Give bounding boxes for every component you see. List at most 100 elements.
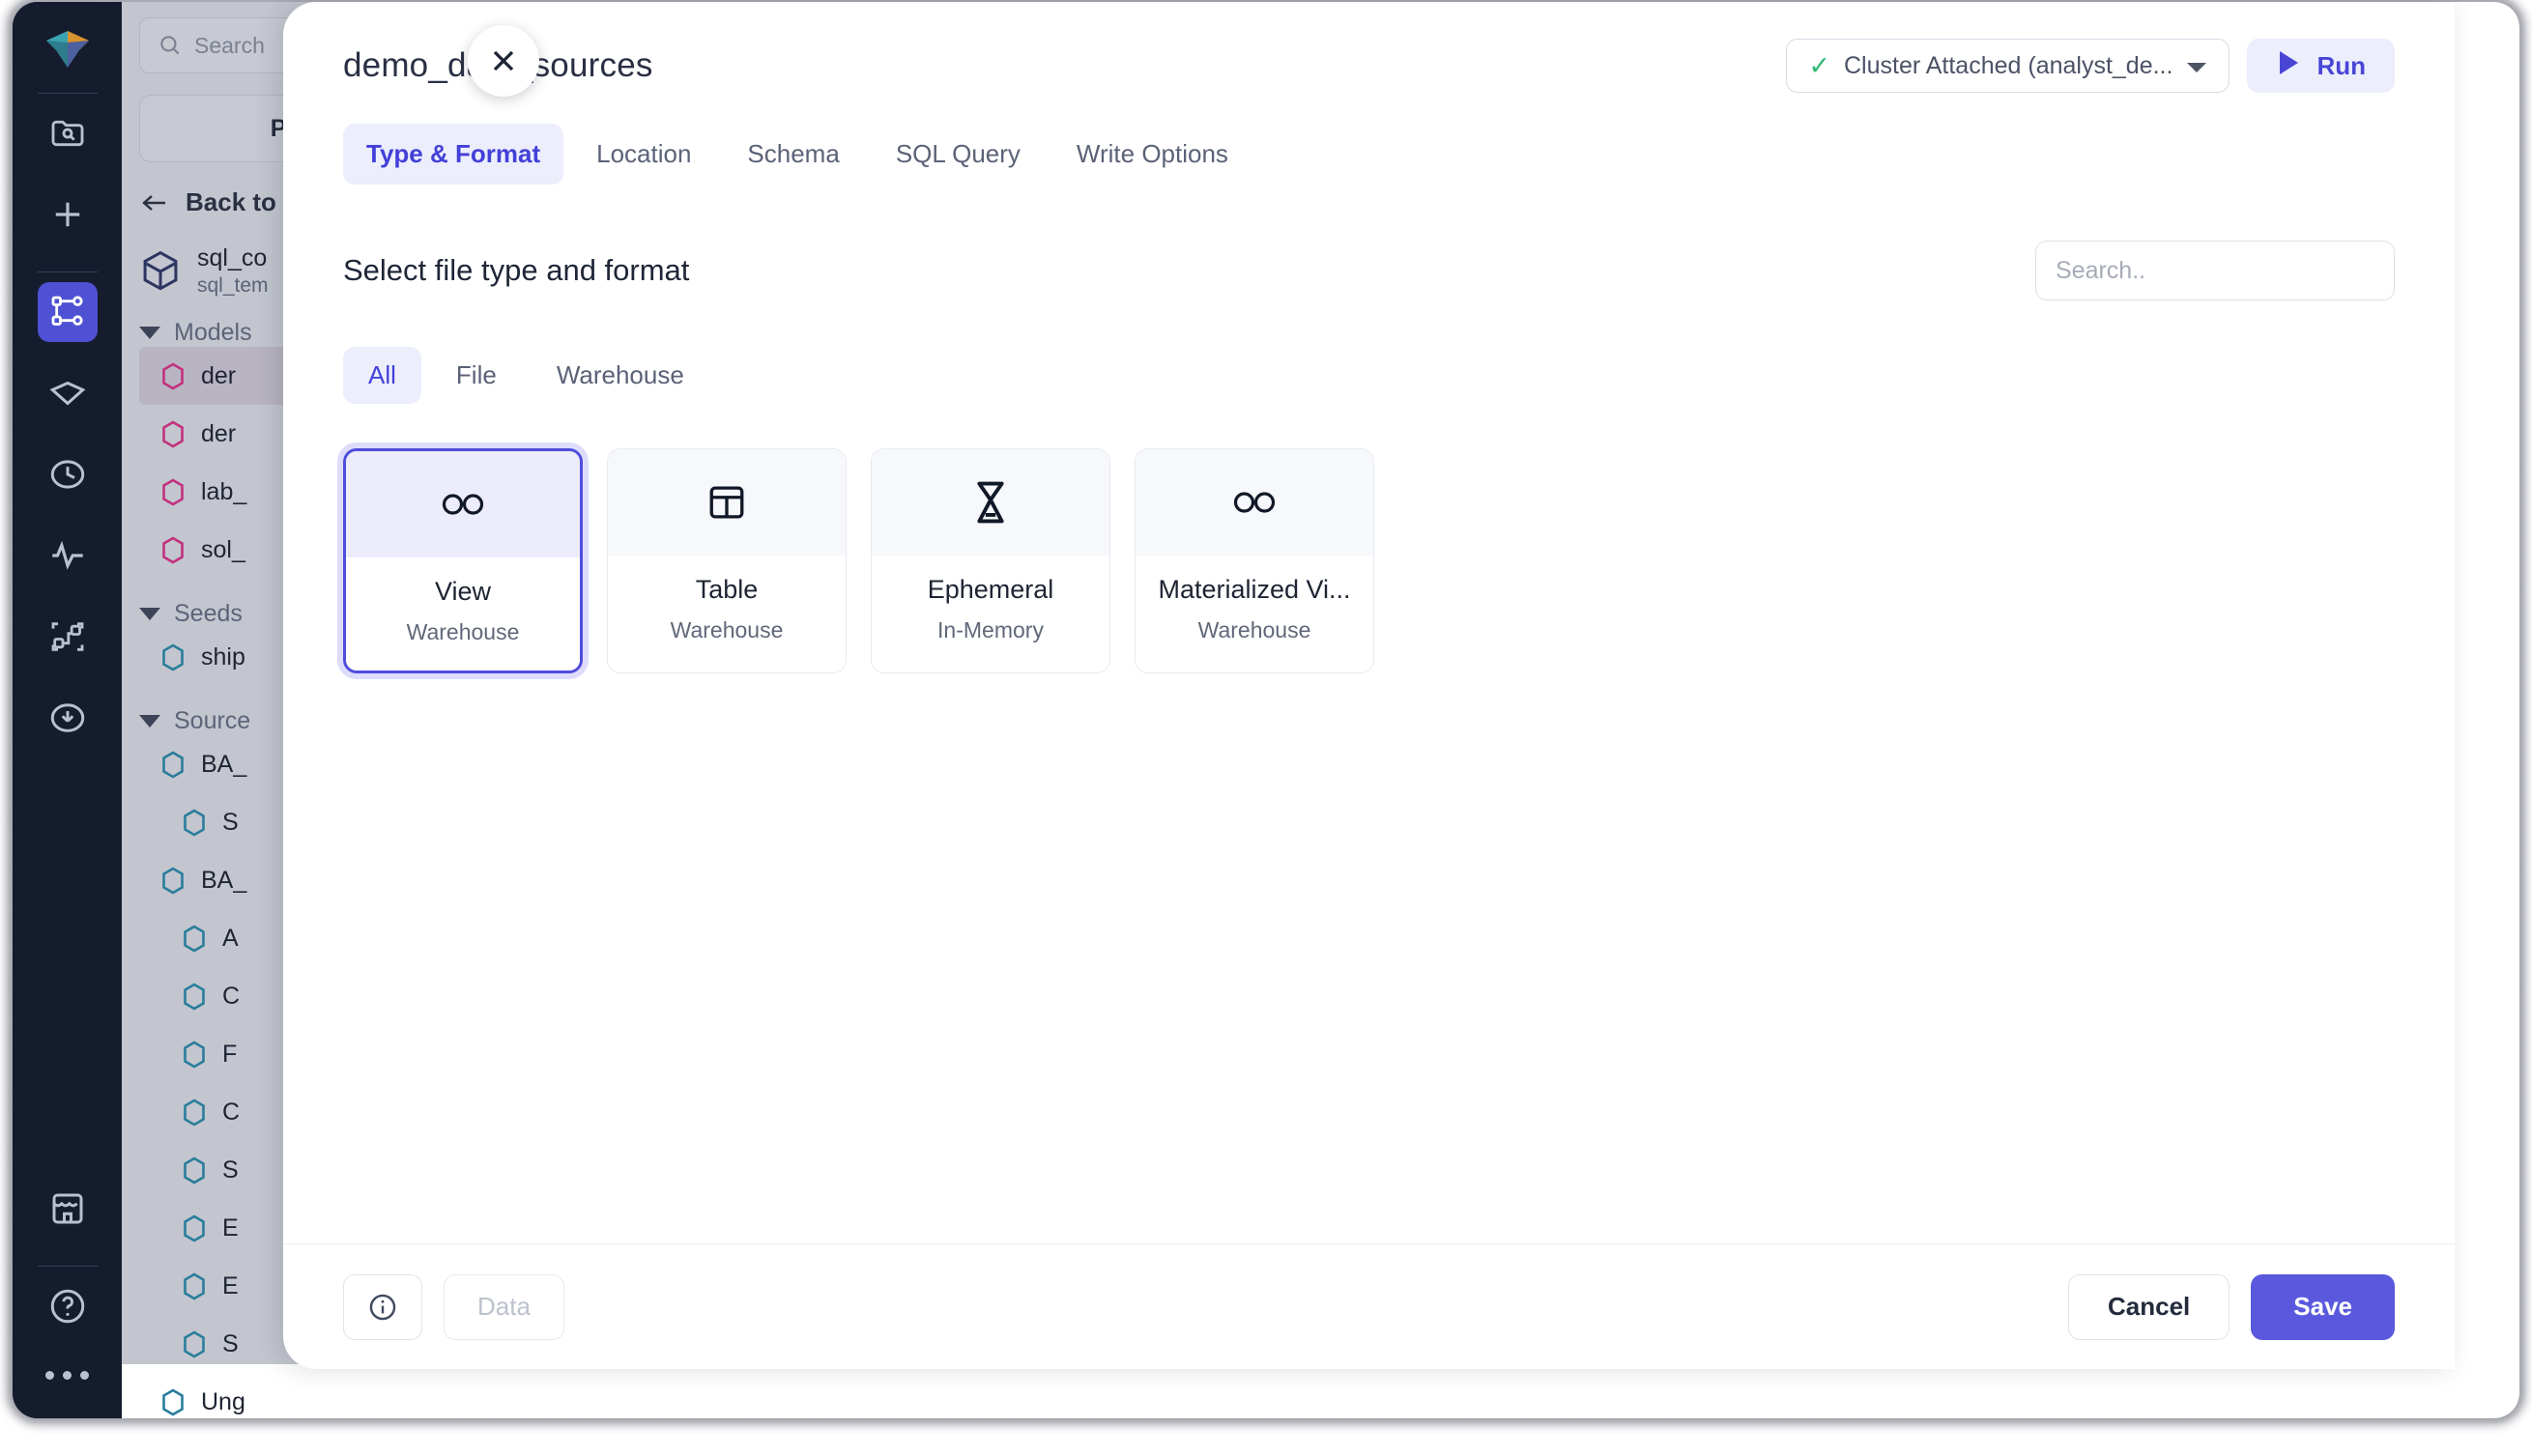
sidebar-item-downloads[interactable]: [38, 688, 98, 748]
tree-item-label: BA_: [201, 750, 247, 778]
type-card-name: Table: [695, 575, 759, 604]
cube-logo-icon: [38, 19, 98, 79]
hexagon-icon: [162, 361, 184, 390]
hexagon-icon: [162, 477, 184, 506]
footer-right: Cancel Save: [2068, 1273, 2395, 1340]
arrow-left-icon: [142, 194, 165, 211]
modal-footer: Data Cancel Save: [283, 1243, 2455, 1369]
sidebar-item-workflows[interactable]: [38, 607, 98, 667]
footer-left: Data: [343, 1273, 564, 1340]
play-icon: [2276, 49, 2301, 83]
type-card-meta: View Warehouse: [346, 557, 580, 671]
tree-item-label: lab_: [201, 477, 247, 505]
type-card-meta: Ephemeral In-Memory: [872, 556, 1109, 669]
hexagon-icon: [162, 535, 184, 564]
sidebar-item-lineage[interactable]: [37, 282, 98, 342]
rail-divider-mid: [37, 271, 98, 272]
section-title: Select file type and format: [343, 253, 690, 287]
hexagon-icon: [184, 1271, 205, 1300]
sidebar-rail: [13, 2, 122, 1418]
hexagon-icon: [162, 866, 184, 895]
tab-location[interactable]: Location: [573, 124, 714, 185]
caret-down-icon: [139, 715, 160, 728]
chevron-down-icon: [2186, 52, 2207, 80]
hexagon-icon: [162, 642, 184, 671]
run-button[interactable]: Run: [2247, 39, 2395, 93]
more-dots-icon[interactable]: [45, 1371, 89, 1380]
search-input[interactable]: [2056, 256, 2367, 285]
tree-item-label: A: [222, 924, 239, 952]
hexagon-icon: [184, 1156, 205, 1185]
package-icon: [143, 250, 178, 290]
tree-item-label: E: [222, 1271, 239, 1299]
sidebar-item-new[interactable]: [38, 185, 98, 244]
type-card-meta: Materialized Vi... Warehouse: [1136, 556, 1373, 669]
tab-sql-query[interactable]: SQL Query: [873, 124, 1044, 185]
type-card-subtitle: Warehouse: [406, 619, 520, 644]
type-card-name: Ephemeral: [927, 575, 1054, 604]
view-glasses-icon: [1136, 449, 1373, 556]
project-subtitle: sql_tem: [197, 274, 269, 297]
tree-item-label: sol_: [201, 535, 245, 563]
sidebar-item-marketplace[interactable]: [38, 1179, 98, 1239]
tree-group-label: Seeds: [174, 600, 243, 627]
filter-pills: All File Warehouse: [343, 347, 2395, 404]
tree-item[interactable]: Ung: [139, 1373, 462, 1418]
hourglass-icon: [872, 449, 1109, 556]
back-label: Back to: [186, 187, 276, 216]
header-actions: ✓ Cluster Attached (analyst_de... Run: [1786, 39, 2395, 93]
type-card-meta: Table Warehouse: [608, 556, 846, 669]
view-glasses-icon: [346, 451, 580, 557]
tree-item-label: S: [222, 1329, 239, 1357]
run-label: Run: [2316, 50, 2366, 80]
type-card-table[interactable]: Table Warehouse: [607, 448, 847, 673]
tree-item-label: S: [222, 808, 239, 836]
filter-all[interactable]: All: [343, 347, 421, 404]
screen: Search Proje Back to sql_co sql_tem: [0, 0, 2532, 1456]
data-button[interactable]: Data: [444, 1273, 564, 1340]
save-button[interactable]: Save: [2251, 1273, 2395, 1340]
project-name: sql_co: [197, 244, 268, 271]
search-box[interactable]: [2035, 241, 2395, 300]
sidebar-item-browse[interactable]: [38, 103, 98, 163]
cluster-select[interactable]: ✓ Cluster Attached (analyst_de...: [1786, 39, 2230, 93]
modal-body: Select file type and format AllFileWareh…: [283, 185, 2455, 1243]
body-header: Select file type and format: [343, 241, 2395, 300]
table-grid-icon: [608, 449, 846, 556]
rail-divider-top: [37, 93, 98, 94]
tree-item-label: ship: [201, 642, 245, 671]
filter-file[interactable]: File: [431, 347, 522, 404]
data-source-modal: demo_data_sources ✓ Cluster Attached (an…: [283, 2, 2455, 1369]
type-card-name: Materialized Vi...: [1158, 575, 1351, 604]
tab-type-format[interactable]: Type & Format: [343, 124, 564, 185]
type-card-materialized-vi[interactable]: Materialized Vi... Warehouse: [1135, 448, 1374, 673]
caret-down-icon: [139, 608, 160, 620]
type-card-view[interactable]: View Warehouse: [343, 448, 583, 673]
filter-warehouse[interactable]: Warehouse: [532, 347, 709, 404]
rail-bottom-group: [13, 1179, 122, 1418]
sidebar-item-history[interactable]: [38, 444, 98, 504]
cluster-label: Cluster Attached (analyst_de...: [1843, 51, 2173, 79]
modal-header: demo_data_sources ✓ Cluster Attached (an…: [283, 2, 2455, 185]
type-card-subtitle: In-Memory: [937, 617, 1044, 642]
hexagon-icon: [162, 1387, 184, 1416]
tree-item-label: S: [222, 1156, 239, 1184]
type-card-subtitle: Warehouse: [1197, 617, 1311, 642]
tab-write-options[interactable]: Write Options: [1053, 124, 1252, 185]
tree-item-label: F: [222, 1040, 238, 1068]
hexagon-icon: [184, 924, 205, 953]
hexagon-icon: [184, 1098, 205, 1127]
hexagon-icon: [184, 1040, 205, 1069]
info-icon[interactable]: [343, 1273, 422, 1340]
sidebar-item-assets[interactable]: [38, 363, 98, 423]
tab-schema[interactable]: Schema: [724, 124, 862, 185]
type-card-name: View: [434, 577, 492, 606]
tree-item-label: der: [201, 361, 237, 389]
sidebar-item-help[interactable]: [38, 1276, 98, 1336]
sidebar-item-monitoring[interactable]: [38, 526, 98, 585]
cancel-button[interactable]: Cancel: [2068, 1273, 2230, 1340]
project-text: sql_co sql_tem: [197, 244, 269, 298]
close-icon[interactable]: [468, 25, 539, 97]
type-card-ephemeral[interactable]: Ephemeral In-Memory: [871, 448, 1110, 673]
check-icon: ✓: [1808, 50, 1830, 80]
